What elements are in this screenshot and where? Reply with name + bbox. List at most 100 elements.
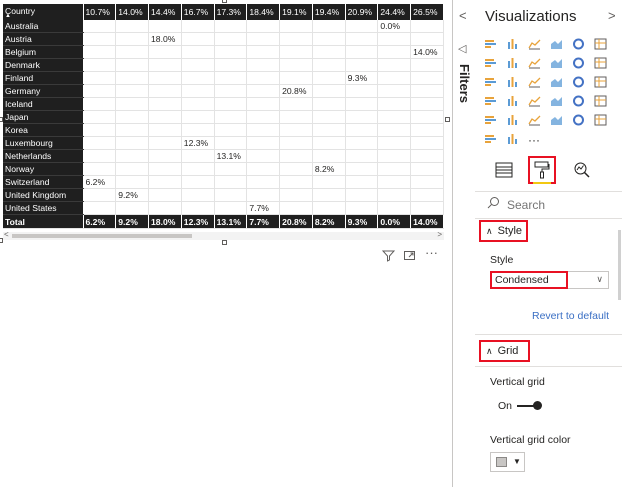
- globe-icon[interactable]: [506, 133, 519, 145]
- column-header[interactable]: 14.0%: [115, 4, 150, 20]
- style-dropdown[interactable]: Condensed ∨: [490, 271, 609, 289]
- key-influencers-icon[interactable]: [484, 133, 497, 145]
- clustered-column-icon[interactable]: [550, 38, 563, 50]
- table-cell: [279, 188, 313, 202]
- column-header[interactable]: 19.4%: [312, 4, 346, 20]
- resize-handle-top[interactable]: [222, 0, 227, 3]
- revert-to-default-link[interactable]: Revert to default: [532, 310, 609, 322]
- toggle-knob[interactable]: [533, 401, 543, 410]
- pane-scrollbar[interactable]: [618, 230, 621, 300]
- column-header-label: 19.4%: [314, 7, 340, 17]
- r-visual-icon[interactable]: [594, 114, 607, 126]
- vertical-grid-color-picker[interactable]: ▼: [490, 452, 525, 472]
- more-visuals-icon[interactable]: ···: [528, 133, 541, 147]
- column-header[interactable]: 17.3%: [214, 4, 248, 20]
- vertical-grid-toggle[interactable]: On: [498, 400, 543, 412]
- row-header[interactable]: Finland: [3, 71, 84, 85]
- map-icon[interactable]: [594, 76, 607, 88]
- search-input[interactable]: [505, 196, 619, 214]
- scroll-left-icon[interactable]: <: [4, 230, 9, 239]
- area-chart-icon[interactable]: [506, 57, 519, 69]
- column-header[interactable]: 16.7%: [181, 4, 215, 20]
- grid-section-header[interactable]: ∧ Grid: [479, 340, 530, 362]
- table-cell: [148, 136, 182, 150]
- stacked-area-icon[interactable]: [528, 57, 541, 69]
- filled-map-icon[interactable]: [484, 95, 497, 107]
- more-options-icon[interactable]: ···: [425, 245, 438, 260]
- row-header[interactable]: Germany: [3, 84, 84, 98]
- ribbon-icon[interactable]: [594, 57, 607, 69]
- analytics-tab[interactable]: [568, 156, 596, 184]
- line-chart-icon[interactable]: [484, 57, 497, 69]
- column-header[interactable]: 20.9%: [345, 4, 379, 20]
- scrollbar-thumb[interactable]: [12, 234, 192, 238]
- resize-handle-right[interactable]: [445, 117, 450, 122]
- row-header[interactable]: United States: [3, 201, 84, 215]
- row-header[interactable]: Switzerland: [3, 175, 84, 189]
- style-section-header[interactable]: ∧ Style: [479, 220, 528, 242]
- row-header[interactable]: Korea: [3, 123, 84, 137]
- toggle-state-label: On: [498, 400, 513, 412]
- row-header[interactable]: Luxembourg: [3, 136, 84, 150]
- stacked-bar-icon[interactable]: [484, 38, 497, 50]
- funnel-icon[interactable]: [506, 95, 519, 107]
- column-header[interactable]: 19.1%: [279, 4, 313, 20]
- 100pct-bar-icon[interactable]: [572, 38, 585, 50]
- matrix-visual[interactable]: Country ▲ 10.7% 14.0% 14.4% 16.7% 17.3% 18.4% 19…: [3, 4, 444, 229]
- 100pct-column-icon[interactable]: [594, 38, 607, 50]
- table-row: Austria 18.0%: [3, 32, 444, 46]
- row-header[interactable]: Netherlands: [3, 149, 84, 163]
- line-column-icon[interactable]: [550, 57, 563, 69]
- table-cell: [181, 84, 215, 98]
- focus-mode-icon[interactable]: [403, 249, 416, 265]
- treemap-icon[interactable]: [572, 76, 585, 88]
- row-header[interactable]: Iceland: [3, 97, 84, 111]
- resize-handle-bottom[interactable]: [222, 240, 227, 245]
- filter-icon[interactable]: [381, 249, 396, 265]
- multirow-card-icon[interactable]: [572, 95, 585, 107]
- column-header-label: 17.3%: [216, 7, 241, 17]
- column-header[interactable]: 14.4%: [148, 4, 182, 20]
- slicer-list-icon[interactable]: [506, 114, 519, 126]
- stacked-column-icon[interactable]: [506, 38, 519, 50]
- line-clustered-icon[interactable]: [572, 57, 585, 69]
- python-visual-icon[interactable]: [528, 114, 541, 126]
- filters-expand-icon[interactable]: ◁: [458, 42, 466, 55]
- scroll-right-icon[interactable]: >: [437, 230, 442, 239]
- row-header[interactable]: Austria: [3, 32, 84, 46]
- gauge-icon[interactable]: [528, 95, 541, 107]
- kpi-icon[interactable]: [594, 95, 607, 107]
- table-icon[interactable]: [550, 114, 563, 126]
- fields-tab[interactable]: [490, 156, 518, 184]
- table-cell: 8.2%: [312, 162, 346, 176]
- row-header[interactable]: United Kingdom: [3, 188, 84, 202]
- format-tab[interactable]: [528, 156, 556, 184]
- table-cell: [279, 58, 313, 72]
- card-icon[interactable]: [550, 95, 563, 107]
- row-header[interactable]: Australia: [3, 20, 84, 33]
- slicer-icon[interactable]: [484, 114, 497, 126]
- pie-icon[interactable]: [528, 76, 541, 88]
- table-cell: [148, 188, 182, 202]
- waterfall-icon[interactable]: [484, 76, 497, 88]
- table-cell: [115, 97, 150, 111]
- donut-icon[interactable]: [550, 76, 563, 88]
- matrix-icon[interactable]: [572, 114, 585, 126]
- column-header[interactable]: 26.5%: [410, 4, 444, 20]
- row-header[interactable]: Norway: [3, 162, 84, 176]
- clustered-bar-icon[interactable]: [528, 38, 541, 50]
- table-cell: [312, 84, 346, 98]
- column-header[interactable]: 18.4%: [246, 4, 281, 20]
- column-header-country[interactable]: Country ▲: [3, 4, 84, 20]
- row-header[interactable]: Japan: [3, 110, 84, 124]
- expand-pane-icon[interactable]: >: [608, 8, 616, 23]
- filters-label[interactable]: Filters: [457, 64, 472, 103]
- row-header[interactable]: Denmark: [3, 58, 84, 72]
- column-header[interactable]: 10.7%: [83, 4, 117, 20]
- horizontal-scrollbar[interactable]: < >: [3, 230, 444, 240]
- column-header[interactable]: 24.4%: [377, 4, 412, 20]
- table-cell: [181, 58, 215, 72]
- scatter-icon[interactable]: [506, 76, 519, 88]
- collapse-pane-icon[interactable]: <: [459, 8, 467, 23]
- row-header[interactable]: Belgium: [3, 45, 84, 59]
